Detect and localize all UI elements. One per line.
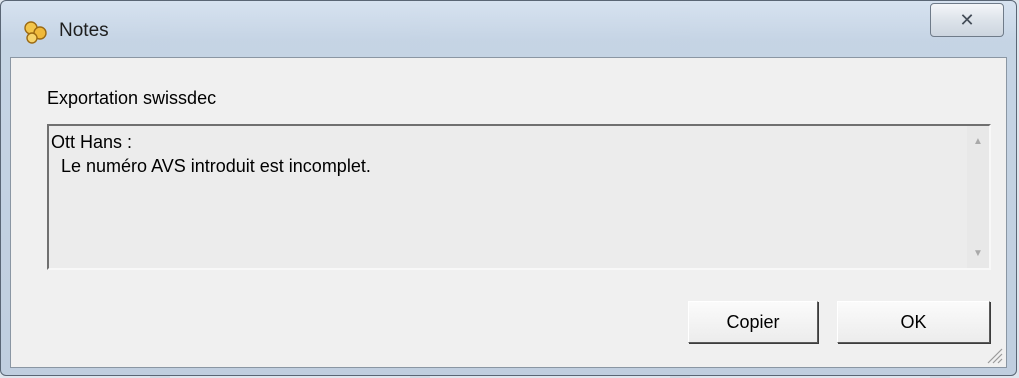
close-button[interactable]: ✕ (930, 3, 1004, 37)
copy-button[interactable]: Copier (688, 301, 818, 343)
notes-text: Ott Hans : Le numéro AVS introduit est i… (51, 130, 965, 178)
dialog-body: Exportation swissdec Ott Hans : Le numér… (10, 57, 1007, 368)
close-icon: ✕ (959, 9, 975, 30)
notes-dialog-window: Notes ✕ Exportation swissdec Ott Hans : … (0, 0, 1017, 376)
note-line: Le numéro AVS introduit est incomplet. (51, 156, 371, 176)
vertical-scrollbar[interactable]: ▲ ▼ (967, 126, 989, 268)
title-bar[interactable]: Notes ✕ (1, 1, 1016, 57)
window-title: Notes (59, 20, 109, 41)
scroll-up-arrow-icon[interactable]: ▲ (967, 130, 989, 152)
notes-textarea[interactable]: Ott Hans : Le numéro AVS introduit est i… (47, 124, 991, 270)
note-line: Ott Hans : (51, 132, 133, 152)
notes-bubbles-icon (23, 21, 49, 45)
scroll-down-arrow-icon[interactable]: ▼ (967, 242, 989, 264)
dialog-heading: Exportation swissdec (47, 88, 217, 108)
resize-grip-icon[interactable] (982, 343, 1004, 365)
ok-button[interactable]: OK (837, 301, 990, 343)
